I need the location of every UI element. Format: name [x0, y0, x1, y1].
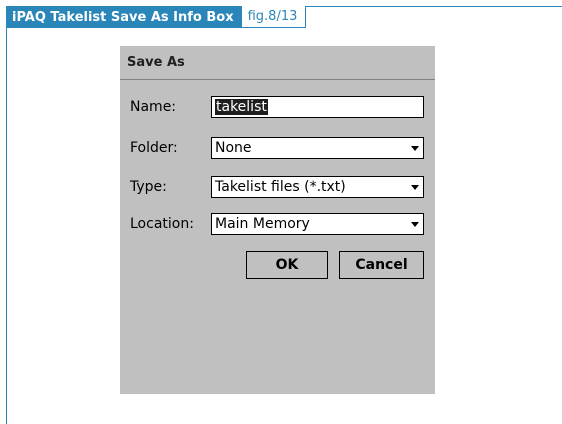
folder-label: Folder:: [130, 140, 178, 156]
cancel-button[interactable]: Cancel: [339, 251, 424, 279]
dialog-title: Save As: [127, 55, 185, 70]
type-label: Type:: [130, 179, 167, 195]
figure-number: fig.8/13: [241, 6, 307, 28]
location-dropdown-arrow-icon[interactable]: [411, 222, 419, 227]
type-dropdown-arrow-icon[interactable]: [411, 185, 419, 190]
figure-rule: [327, 6, 562, 7]
ok-button[interactable]: OK: [246, 251, 328, 279]
type-select-value: Takelist files (*.txt): [215, 179, 346, 195]
figure-title: iPAQ Takelist Save As Info Box: [6, 6, 242, 28]
name-label: Name:: [130, 99, 177, 115]
name-input[interactable]: takelist: [211, 96, 424, 118]
folder-select-value: None: [215, 140, 252, 156]
location-label: Location:: [130, 216, 194, 232]
name-input-value: takelist: [215, 99, 268, 115]
dialog-title-bar: Save As: [120, 46, 435, 80]
folder-select[interactable]: None: [211, 137, 424, 159]
type-select[interactable]: Takelist files (*.txt): [211, 176, 424, 198]
location-select-value: Main Memory: [215, 216, 310, 232]
location-select[interactable]: Main Memory: [211, 213, 424, 235]
folder-dropdown-arrow-icon[interactable]: [411, 146, 419, 151]
figure-header: iPAQ Takelist Save As Info Box fig.8/13: [6, 6, 307, 28]
